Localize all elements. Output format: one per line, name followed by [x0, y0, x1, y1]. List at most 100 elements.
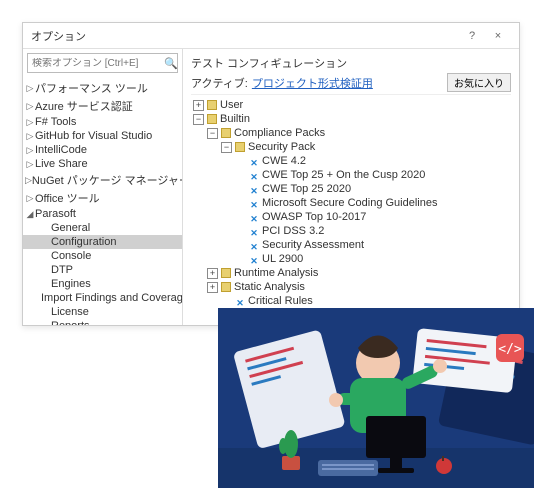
nav-item[interactable]: Console [23, 249, 182, 263]
nav-item-label: パフォーマンス ツール [35, 80, 148, 96]
nav-item[interactable]: Reports [23, 319, 182, 325]
expand-icon[interactable]: ▷ [25, 175, 32, 186]
folder-icon [221, 282, 231, 292]
tree-node[interactable]: ✕CWE Top 25 + On the Cusp 2020 [191, 168, 511, 182]
nav-item-label: Azure サービス認証 [35, 98, 133, 114]
search-box[interactable]: 🔍 [27, 53, 178, 73]
config-icon: ✕ [249, 254, 259, 264]
config-icon: ✕ [249, 198, 259, 208]
nav-item[interactable]: ▷Live Share [23, 157, 182, 171]
tree-node-label: Security Pack [248, 140, 315, 154]
nav-item[interactable]: ▷Office ツール [23, 189, 182, 207]
expand-icon[interactable]: ▷ [25, 145, 35, 156]
nav-item[interactable]: License [23, 305, 182, 319]
collapse-icon[interactable]: − [193, 114, 204, 125]
config-icon: ✕ [249, 240, 259, 250]
folder-icon [235, 142, 245, 152]
tree-node-label: CWE Top 25 2020 [262, 182, 351, 196]
expand-icon[interactable]: ▷ [25, 83, 35, 94]
nav-item-label: Reports [51, 320, 90, 325]
nav-tree[interactable]: ▷パフォーマンス ツール▷Azure サービス認証▷F# Tools▷GitHu… [23, 77, 182, 325]
config-icon: ✕ [249, 226, 259, 236]
expand-icon[interactable]: ▷ [25, 159, 35, 170]
tree-node-label: Runtime Analysis [234, 266, 318, 280]
main-panel: テスト コンフィギュレーション アクティブ: プロジェクト形式検証用 お気に入り… [183, 49, 519, 325]
tree-node-label: UL 2900 [262, 252, 303, 266]
tree-node-label: Compliance Packs [234, 126, 325, 140]
expand-icon[interactable]: ▷ [25, 101, 35, 112]
active-label: アクティブ: [191, 75, 248, 91]
tree-node[interactable]: ✕UL 2900 [191, 252, 511, 266]
expand-icon[interactable]: ▷ [25, 193, 35, 204]
folder-icon [207, 100, 217, 110]
nav-item[interactable]: ▷GitHub for Visual Studio [23, 129, 182, 143]
tree-node[interactable]: ✕OWASP Top 10-2017 [191, 210, 511, 224]
active-config-link[interactable]: プロジェクト形式検証用 [252, 75, 373, 91]
tree-node[interactable]: ✕PCI DSS 3.2 [191, 224, 511, 238]
tree-node[interactable]: + Runtime Analysis [191, 266, 511, 280]
tree-node-label: CWE Top 25 + On the Cusp 2020 [262, 168, 425, 182]
help-button[interactable]: ? [459, 30, 485, 42]
tree-node[interactable]: ✕Critical Rules [191, 294, 511, 308]
tree-node-label: CWE 4.2 [262, 154, 306, 168]
nav-item[interactable]: DTP [23, 263, 182, 277]
tree-node[interactable]: ✕CWE Top 25 2020 [191, 182, 511, 196]
config-icon: ✕ [249, 184, 259, 194]
tree-node-label: Security Assessment [262, 238, 364, 252]
tree-node-label: Microsoft Secure Coding Guidelines [262, 196, 437, 210]
nav-item[interactable]: General [23, 221, 182, 235]
tree-node[interactable]: ✕Microsoft Secure Coding Guidelines [191, 196, 511, 210]
tree-node-label: PCI DSS 3.2 [262, 224, 324, 238]
expand-icon[interactable]: + [193, 100, 204, 111]
nav-item[interactable]: ▷NuGet パッケージ マネージャー [23, 171, 182, 189]
config-icon: ✕ [235, 296, 245, 306]
decorative-illustration: </> [218, 308, 534, 488]
nav-item-label: Live Share [35, 158, 88, 170]
favorite-button[interactable]: お気に入り [447, 73, 511, 92]
collapse-icon[interactable]: − [221, 142, 232, 153]
nav-item-label: Configuration [51, 236, 116, 248]
search-input[interactable] [32, 58, 164, 69]
config-label: テスト コンフィギュレーション [191, 55, 347, 71]
config-tree[interactable]: +User−Builtin−Compliance Packs−Security … [191, 94, 511, 319]
tree-node-label: Static Analysis [234, 280, 305, 294]
nav-item[interactable]: ▷Azure サービス認証 [23, 97, 182, 115]
nav-item-label: Office ツール [35, 190, 100, 206]
config-header: テスト コンフィギュレーション [191, 55, 511, 71]
nav-item[interactable]: Configuration [23, 235, 182, 249]
tree-node[interactable]: − Compliance Packs [191, 126, 511, 140]
tree-node[interactable]: + Static Analysis [191, 280, 511, 294]
tree-node-label: OWASP Top 10-2017 [262, 210, 366, 224]
nav-item-label: NuGet パッケージ マネージャー [32, 172, 182, 188]
tree-node-label: Critical Rules [248, 294, 313, 308]
expand-icon[interactable]: ◢ [25, 209, 35, 220]
nav-item-label: IntelliCode [35, 144, 87, 156]
expand-icon[interactable]: + [207, 282, 218, 293]
tree-node[interactable]: − Security Pack [191, 140, 511, 154]
expand-icon[interactable]: ▷ [25, 117, 35, 128]
options-dialog: オプション ? × 🔍 ▷パフォーマンス ツール▷Azure サービス認証▷F#… [22, 22, 520, 326]
tree-node[interactable]: ✕Security Assessment [191, 238, 511, 252]
nav-item[interactable]: ▷パフォーマンス ツール [23, 79, 182, 97]
close-button[interactable]: × [485, 30, 511, 42]
nav-item[interactable]: ▷F# Tools [23, 115, 182, 129]
dialog-title: オプション [31, 28, 459, 44]
nav-item[interactable]: Import Findings and Coverage [23, 291, 182, 305]
nav-item[interactable]: ◢Parasoft [23, 207, 182, 221]
folder-icon [221, 128, 231, 138]
config-icon: ✕ [249, 212, 259, 222]
config-icon: ✕ [249, 170, 259, 180]
tree-node-label: Builtin [220, 112, 250, 126]
config-icon: ✕ [249, 156, 259, 166]
nav-item[interactable]: ▷IntelliCode [23, 143, 182, 157]
dialog-body: 🔍 ▷パフォーマンス ツール▷Azure サービス認証▷F# Tools▷Git… [23, 49, 519, 325]
expand-icon[interactable]: + [207, 268, 218, 279]
nav-item[interactable]: Engines [23, 277, 182, 291]
tree-node-label: User [220, 98, 243, 112]
tree-node[interactable]: − Builtin [191, 112, 511, 126]
nav-item-label: GitHub for Visual Studio [35, 130, 152, 142]
expand-icon[interactable]: ▷ [25, 131, 35, 142]
tree-node[interactable]: + User [191, 98, 511, 112]
collapse-icon[interactable]: − [207, 128, 218, 139]
tree-node[interactable]: ✕CWE 4.2 [191, 154, 511, 168]
